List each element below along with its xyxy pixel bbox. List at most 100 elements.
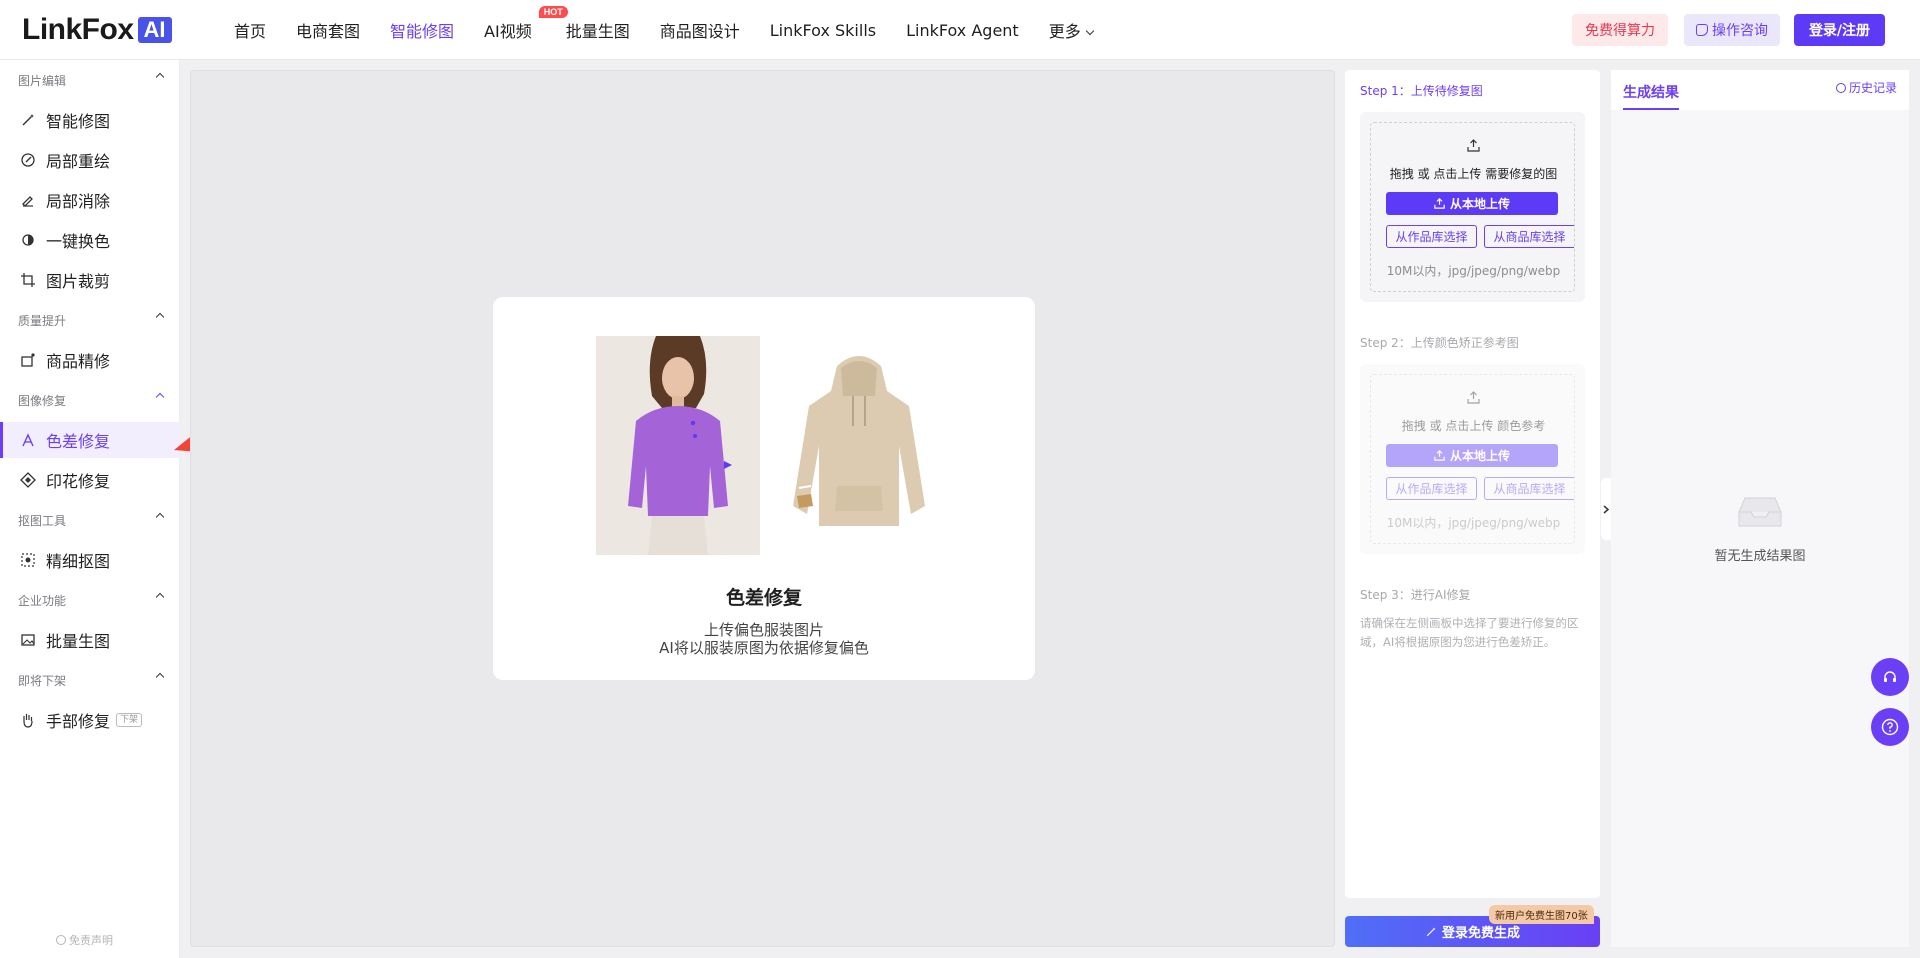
image-sparkle-icon	[20, 352, 36, 368]
step1-hint: 拖拽 或 点击上传 需要修复的图	[1389, 167, 1558, 181]
pattern-icon	[20, 472, 36, 488]
step2-dropzone[interactable]: 拖拽 或 点击上传 颜色参考 从本地上传 从作品库选择 从商品库选择 10M以内…	[1370, 374, 1575, 544]
step3-description: 请确保在左侧画板中选择了要进行修复的区域，AI将根据原图为您进行色差矫正。	[1360, 616, 1579, 649]
step2-works-library-button[interactable]: 从作品库选择	[1386, 477, 1477, 500]
empty-results-text: 暂无生成结果图	[1714, 549, 1806, 564]
nav-more-label: 更多	[1048, 22, 1081, 41]
logo[interactable]: LinkFox AI	[22, 12, 172, 48]
step2-label: Step 2：上传颜色矫正参考图	[1360, 336, 1519, 350]
sidebar-item-fine-cutout[interactable]: 精细抠图	[0, 542, 180, 578]
intro-card: 色差修复 上传偏色服装图片 AI将以服装原图为依据修复偏色	[493, 297, 1035, 680]
magic-wand-icon	[1426, 927, 1436, 936]
step1-product-library-button[interactable]: 从商品库选择	[1484, 225, 1574, 248]
editing-canvas[interactable]: 色差修复 上传偏色服装图片 AI将以服装原图为依据修复偏色	[190, 70, 1335, 947]
sidebar-item-color-repair[interactable]: 色差修复	[0, 422, 180, 458]
sidebar-item-label: 局部重绘	[46, 152, 111, 171]
section-image-repair[interactable]: 图像修复	[18, 392, 165, 409]
history-button[interactable]: 历史记录	[1835, 79, 1897, 96]
tab-results[interactable]: 生成结果	[1623, 82, 1679, 110]
chevron-up-icon	[155, 672, 165, 682]
chevron-up-icon	[155, 392, 165, 402]
sidebar-item-label: 局部消除	[46, 192, 111, 211]
logo-text: LinkFox	[22, 13, 134, 46]
section-title: 图片编辑	[18, 74, 67, 88]
palette-brush-icon	[20, 432, 36, 448]
nav-home[interactable]: 首页	[234, 18, 266, 42]
section-title: 质量提升	[18, 314, 67, 328]
upload-icon	[1434, 198, 1445, 209]
step1-dropzone[interactable]: 拖拽 或 点击上传 需要修复的图 从本地上传 从作品库选择 从商品库选择 10M…	[1370, 122, 1575, 292]
support-float-button[interactable]	[1871, 658, 1909, 696]
card-title: 色差修复	[725, 587, 802, 609]
nav-more[interactable]: 更多	[1048, 18, 1094, 42]
phone-icon	[1696, 24, 1708, 36]
sidebar-item-label: 手部修复	[46, 712, 111, 731]
sidebar-item-label: 一键换色	[46, 232, 111, 251]
nav-agent[interactable]: LinkFox Agent	[906, 21, 1019, 40]
section-quality[interactable]: 质量提升	[18, 312, 165, 329]
section-enterprise[interactable]: 企业功能	[18, 592, 165, 609]
chevron-up-icon	[155, 592, 165, 602]
hand-icon	[20, 712, 36, 728]
nav-ecom-set[interactable]: 电商套图	[296, 18, 360, 42]
panel-collapse-handle[interactable]	[1601, 478, 1611, 540]
step1-works-library-button[interactable]: 从作品库选择	[1386, 225, 1477, 248]
step1-label: Step 1：上传待修复图	[1360, 84, 1483, 98]
sidebar-item-label: 精细抠图	[46, 552, 111, 571]
step1-upload-label: 从本地上传	[1449, 197, 1510, 211]
section-title: 企业功能	[18, 594, 67, 608]
step2-upload-area[interactable]: 拖拽 或 点击上传 颜色参考 从本地上传 从作品库选择 从商品库选择 10M以内…	[1360, 364, 1585, 554]
model-photo	[596, 336, 760, 555]
sidebar-item-smart-retouch[interactable]: 智能修图	[0, 102, 180, 138]
login-register-button[interactable]: 登录/注册	[1794, 14, 1885, 46]
nav-smart-retouch[interactable]: 智能修图	[390, 18, 454, 42]
help-float-button[interactable]	[1871, 708, 1909, 746]
consult-label: 操作咨询	[1712, 23, 1768, 39]
nav-ai-video[interactable]: AI视频 HOT	[484, 6, 568, 42]
chevron-right-icon	[1603, 504, 1609, 514]
sidebar-item-crop[interactable]: 图片裁剪	[0, 262, 180, 298]
section-deprecating[interactable]: 即将下架	[18, 672, 165, 689]
info-icon	[56, 935, 66, 945]
nav-batch[interactable]: 批量生图	[566, 18, 630, 42]
section-cutout[interactable]: 抠图工具	[18, 512, 165, 529]
step1-limit: 10M以内，jpg/jpeg/png/webp	[1386, 264, 1561, 278]
step1-local-upload-button[interactable]: 从本地上传	[1386, 192, 1558, 215]
sidebar-item-label: 商品精修	[46, 352, 111, 371]
sidebar-item-hand-repair[interactable]: 手部修复 下架	[0, 702, 180, 738]
hot-badge: HOT	[538, 6, 568, 18]
step2-local-upload-button[interactable]: 从本地上传	[1386, 444, 1558, 467]
chevron-up-icon	[155, 72, 165, 82]
clock-icon	[1835, 82, 1846, 93]
step1-upload-area[interactable]: 拖拽 或 点击上传 需要修复的图 从本地上传 从作品库选择 从商品库选择 10M…	[1360, 112, 1585, 302]
disclaimer-label: 免责声明	[69, 934, 113, 947]
nav-skills[interactable]: LinkFox Skills	[770, 21, 876, 40]
step3-label: Step 3：进行AI修复	[1360, 588, 1471, 602]
sidebar-item-label: 图片裁剪	[46, 272, 111, 291]
free-credits-button[interactable]: 免费得算力	[1572, 14, 1668, 46]
section-title: 即将下架	[18, 674, 67, 688]
section-image-edit[interactable]: 图片编辑	[18, 72, 165, 89]
nav-product-design[interactable]: 商品图设计	[660, 18, 740, 42]
consult-button[interactable]: 操作咨询	[1684, 14, 1780, 46]
sidebar-item-partial-redraw[interactable]: 局部重绘	[0, 142, 180, 178]
sidebar-item-label: 智能修图	[46, 112, 111, 131]
top-header: LinkFox AI 首页 电商套图 智能修图 AI视频 HOT 批量生图 商品…	[0, 0, 1920, 60]
crop-icon	[20, 272, 36, 288]
color-swap-icon	[20, 232, 36, 248]
headset-icon	[1884, 671, 1896, 682]
sidebar-item-batch[interactable]: 批量生图	[0, 622, 180, 658]
sidebar-item-print-repair[interactable]: 印花修复	[0, 462, 180, 498]
disclaimer-link[interactable]: 免责声明	[56, 932, 113, 948]
question-circle-icon	[1881, 718, 1899, 736]
step2-product-library-button[interactable]: 从商品库选择	[1484, 477, 1574, 500]
deprecated-tag: 下架	[116, 713, 143, 727]
promo-badge: 新用户免费生图70张	[1489, 905, 1594, 924]
results-panel: 生成结果 历史记录 暂无生成结果图	[1611, 70, 1909, 947]
step2-upload-label: 从本地上传	[1449, 449, 1510, 463]
results-header: 生成结果 历史记录	[1611, 70, 1909, 110]
sidebar-item-product-refine[interactable]: 商品精修	[0, 342, 180, 378]
image-stack-icon	[20, 632, 36, 648]
sidebar-item-partial-erase[interactable]: 局部消除	[0, 182, 180, 218]
sidebar-item-recolor[interactable]: 一键换色	[0, 222, 180, 258]
